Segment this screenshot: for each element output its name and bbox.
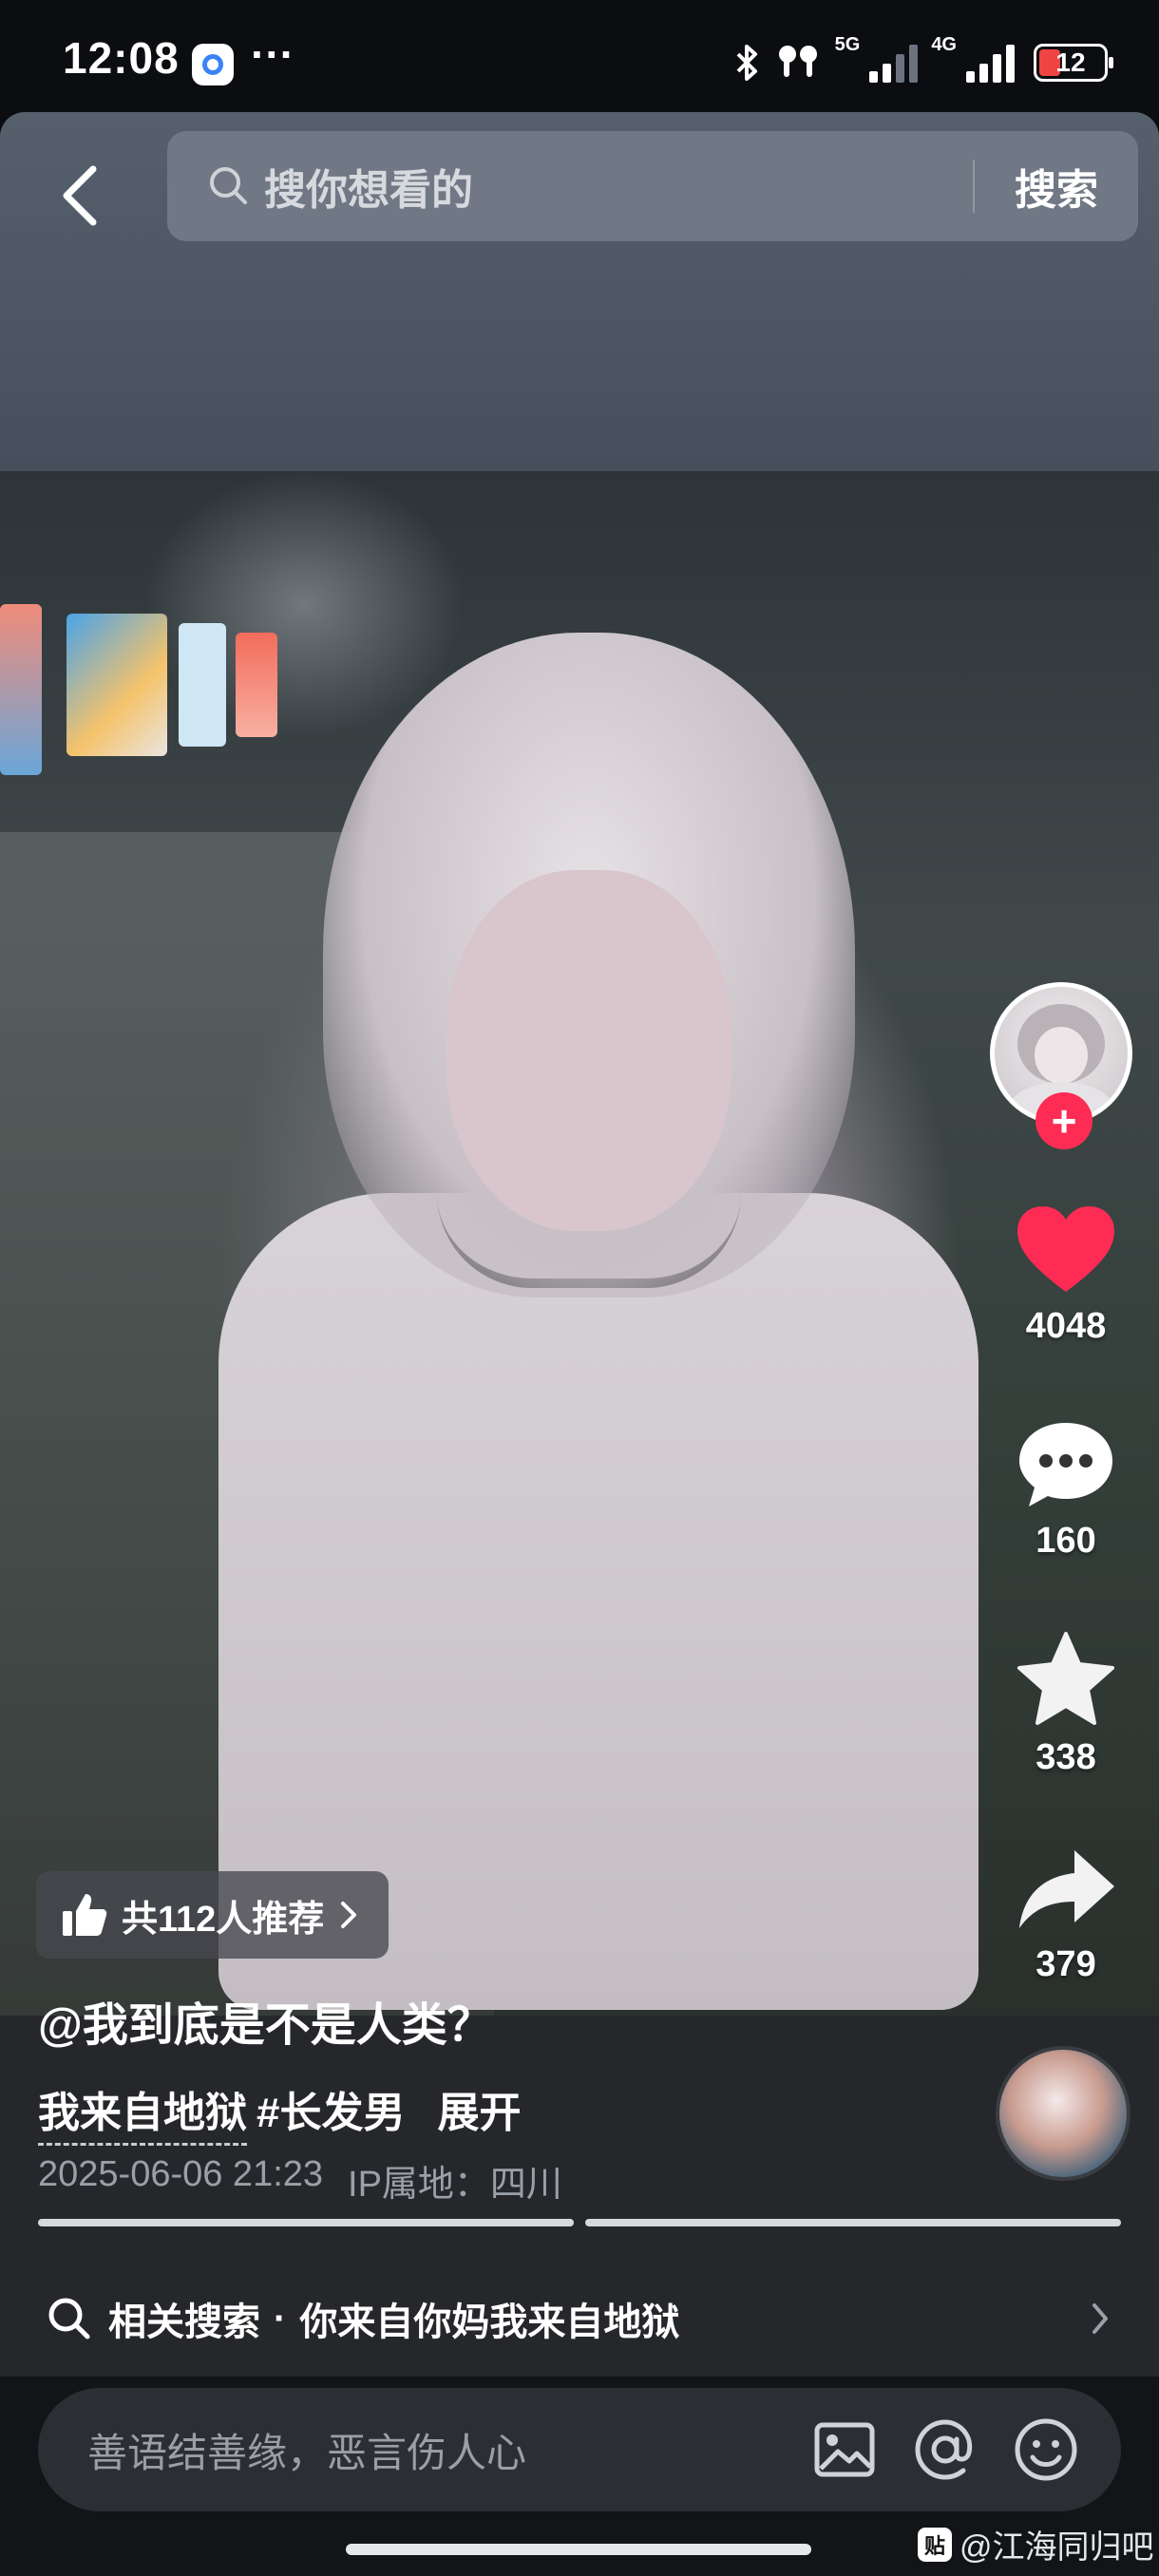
emoji-icon <box>1015 2418 1077 2481</box>
battery-level: 12 <box>1055 47 1086 77</box>
battery-icon: 12 <box>1034 44 1113 82</box>
related-separator: · <box>274 2297 287 2339</box>
top-area: 搜你想看的 搜索 <box>0 112 1159 471</box>
status-icons: 5G 4G 12 <box>732 34 1113 91</box>
chevron-right-icon <box>1092 2303 1108 2334</box>
comment-button[interactable]: 160 <box>990 1417 1142 1562</box>
back-button[interactable] <box>53 158 110 234</box>
search-bar[interactable]: 搜你想看的 搜索 <box>167 131 1138 241</box>
watermark-logo: 贴 <box>918 2527 952 2562</box>
image-progress-bar-1 <box>38 2219 574 2226</box>
watermark-text: @江海同归吧 <box>960 2529 1154 2566</box>
status-time: 12:08 <box>63 33 180 83</box>
status-bar: 12:08 ··· 5G 4G 12 <box>0 0 1159 112</box>
post-tags: 我来自地狱 #长发男 展开 <box>38 2078 521 2146</box>
post-ip-location: IP属地：四川 <box>348 2165 562 2205</box>
image-icon <box>814 2422 875 2477</box>
watermark: 贴 @江海同归吧 <box>918 2521 1154 2567</box>
expand-button[interactable]: 展开 <box>437 2078 521 2146</box>
star-icon <box>1017 1632 1114 1725</box>
search-input[interactable]: 搜你想看的 <box>264 156 973 217</box>
more-notifications: ··· <box>251 29 294 79</box>
video-billboard <box>236 633 277 737</box>
comment-input[interactable]: 善语结善缘，恶言伤人心 <box>87 2421 804 2479</box>
signal-2-icon <box>966 43 1015 83</box>
related-query: 你来自你妈我来自地狱 <box>299 2301 680 2343</box>
thumbs-up-icon <box>63 1894 107 1936</box>
video-figure-face <box>446 870 732 1231</box>
chevron-right-icon <box>341 1902 357 1928</box>
earbuds-icon <box>778 46 817 77</box>
comment-input-bar[interactable]: 善语结善缘，恶言伤人心 <box>38 2388 1121 2511</box>
image-button[interactable] <box>804 2409 885 2491</box>
recommend-label: 共112人推荐 <box>122 1899 325 1940</box>
search-icon <box>205 162 253 210</box>
back-icon <box>63 165 97 226</box>
music-disc[interactable] <box>996 2046 1130 2181</box>
related-search[interactable]: 相关搜索 · 你来自你妈我来自地狱 <box>0 2261 1159 2377</box>
comment-count: 160 <box>1036 1521 1096 1561</box>
video-billboard <box>0 604 42 775</box>
share-button[interactable]: 379 <box>990 1845 1142 1985</box>
post-title[interactable]: @我到底是不是人类？ <box>38 1987 493 2054</box>
recommend-chip[interactable]: 共112人推荐 <box>36 1871 390 1959</box>
emoji-button[interactable] <box>1005 2409 1087 2491</box>
video-player[interactable] <box>0 471 1159 2016</box>
image-progress-bar-2 <box>585 2219 1121 2226</box>
like-button[interactable]: 4048 <box>990 1203 1142 1347</box>
video-billboard <box>179 623 226 747</box>
post-meta: 2025-06-06 21:23 IP属地：四川 <box>38 2154 562 2207</box>
post-datetime: 2025-06-06 21:23 <box>38 2154 324 2194</box>
bluetooth-icon <box>736 45 757 81</box>
video-billboard <box>66 614 167 756</box>
share-count: 379 <box>1036 1944 1096 1984</box>
share-icon <box>1019 1850 1114 1928</box>
like-count: 4048 <box>1025 1306 1107 1346</box>
search-icon <box>48 2298 90 2339</box>
network-5g: 5G <box>834 34 861 55</box>
favorite-button[interactable]: 338 <box>990 1630 1142 1778</box>
heart-icon <box>1017 1206 1114 1292</box>
tag-link[interactable]: 我来自地狱 <box>38 2078 247 2146</box>
comment-icon <box>1019 1423 1112 1506</box>
app-notification-icon <box>192 44 234 85</box>
hashtag-link[interactable]: #长发男 <box>256 2078 405 2146</box>
signal-1-icon <box>869 43 919 83</box>
follow-button[interactable]: + <box>1036 1092 1092 1149</box>
mention-button[interactable] <box>904 2409 986 2491</box>
network-4g: 4G <box>931 34 957 55</box>
favorite-count: 338 <box>1036 1737 1096 1777</box>
at-icon <box>915 2419 973 2480</box>
home-indicator[interactable] <box>346 2544 811 2555</box>
related-prefix: 相关搜索 <box>108 2301 260 2343</box>
search-button[interactable]: 搜索 <box>975 156 1138 217</box>
